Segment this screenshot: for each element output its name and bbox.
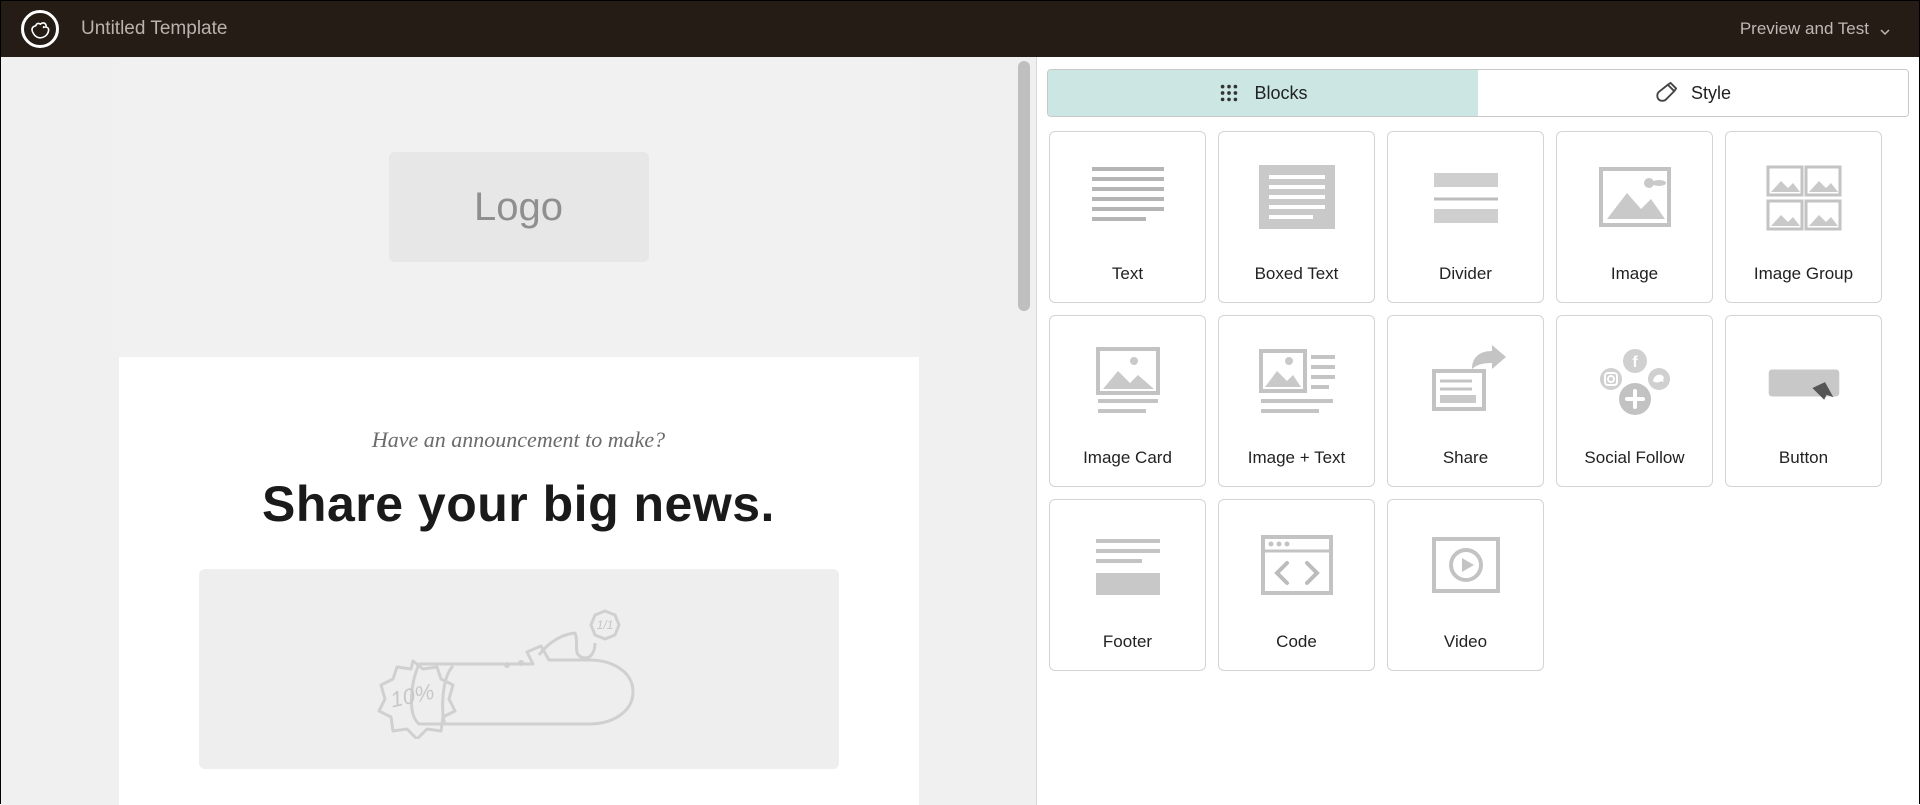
- block-image[interactable]: Image: [1556, 131, 1713, 303]
- editor-panel: Blocks Style Text Boxe: [1036, 57, 1919, 805]
- document-title[interactable]: Untitled Template: [81, 18, 227, 40]
- discount-text: 10%: [388, 679, 436, 713]
- grid-icon: [1218, 82, 1240, 104]
- paintbrush-icon: [1655, 82, 1677, 104]
- footer-icon: [1058, 512, 1197, 622]
- tab-blocks[interactable]: Blocks: [1048, 70, 1478, 116]
- tab-style-label: Style: [1691, 83, 1731, 104]
- svg-text:f: f: [1632, 354, 1638, 371]
- block-image-group-label: Image Group: [1754, 264, 1853, 284]
- block-button[interactable]: Button: [1725, 315, 1882, 487]
- block-text-label: Text: [1112, 264, 1143, 284]
- block-code-label: Code: [1276, 632, 1317, 652]
- blocks-grid: Text Boxed Text Divider Im: [1037, 131, 1919, 671]
- block-boxed-text-label: Boxed Text: [1255, 264, 1339, 284]
- preview-and-test-dropdown[interactable]: Preview and Test: [1740, 19, 1899, 39]
- tab-style[interactable]: Style: [1478, 70, 1908, 116]
- scrollbar-thumb[interactable]: [1018, 61, 1030, 311]
- block-image-text-label: Image + Text: [1248, 448, 1346, 468]
- block-image-text[interactable]: Image + Text: [1218, 315, 1375, 487]
- button-icon: [1734, 328, 1873, 438]
- block-social-follow[interactable]: f Social Follow: [1556, 315, 1713, 487]
- image-text-icon: [1227, 328, 1366, 438]
- announcement-headline: Share your big news.: [119, 475, 919, 533]
- chevron-down-icon: [1879, 23, 1891, 35]
- share-icon: [1396, 328, 1535, 438]
- text-icon: [1058, 144, 1197, 254]
- boxed-text-icon: [1227, 144, 1366, 254]
- block-divider[interactable]: Divider: [1387, 131, 1544, 303]
- logo-placeholder[interactable]: Logo: [389, 152, 649, 262]
- block-text[interactable]: Text: [1049, 131, 1206, 303]
- block-code[interactable]: Code: [1218, 499, 1375, 671]
- logo-section[interactable]: Logo: [119, 57, 919, 357]
- illustration-placeholder[interactable]: 10% 1/1: [199, 569, 839, 769]
- block-video-label: Video: [1444, 632, 1487, 652]
- block-image-label: Image: [1611, 264, 1658, 284]
- block-share[interactable]: Share: [1387, 315, 1544, 487]
- svg-text:1/1: 1/1: [596, 618, 613, 632]
- image-icon: [1565, 144, 1704, 254]
- tab-blocks-label: Blocks: [1254, 83, 1307, 104]
- image-group-icon: [1734, 144, 1873, 254]
- preview-and-test-label: Preview and Test: [1740, 19, 1869, 39]
- block-divider-label: Divider: [1439, 264, 1492, 284]
- block-footer[interactable]: Footer: [1049, 499, 1206, 671]
- canvas-scrollbar[interactable]: [1018, 57, 1030, 805]
- block-image-card[interactable]: Image Card: [1049, 315, 1206, 487]
- block-share-label: Share: [1443, 448, 1488, 468]
- mailchimp-logo-icon[interactable]: [21, 10, 59, 48]
- block-image-card-label: Image Card: [1083, 448, 1172, 468]
- block-footer-label: Footer: [1103, 632, 1152, 652]
- email-canvas[interactable]: Logo Have an announcement to make? Share…: [1, 57, 1036, 805]
- headline-section[interactable]: Have an announcement to make? Share your…: [119, 357, 919, 805]
- announcement-subtitle: Have an announcement to make?: [119, 427, 919, 453]
- code-icon: [1227, 512, 1366, 622]
- divider-icon: [1396, 144, 1535, 254]
- block-video[interactable]: Video: [1387, 499, 1544, 671]
- block-button-label: Button: [1779, 448, 1828, 468]
- top-bar: Untitled Template Preview and Test: [1, 1, 1919, 57]
- block-social-follow-label: Social Follow: [1584, 448, 1684, 468]
- social-follow-icon: f: [1565, 328, 1704, 438]
- image-card-icon: [1058, 328, 1197, 438]
- block-boxed-text[interactable]: Boxed Text: [1218, 131, 1375, 303]
- video-icon: [1396, 512, 1535, 622]
- block-image-group[interactable]: Image Group: [1725, 131, 1882, 303]
